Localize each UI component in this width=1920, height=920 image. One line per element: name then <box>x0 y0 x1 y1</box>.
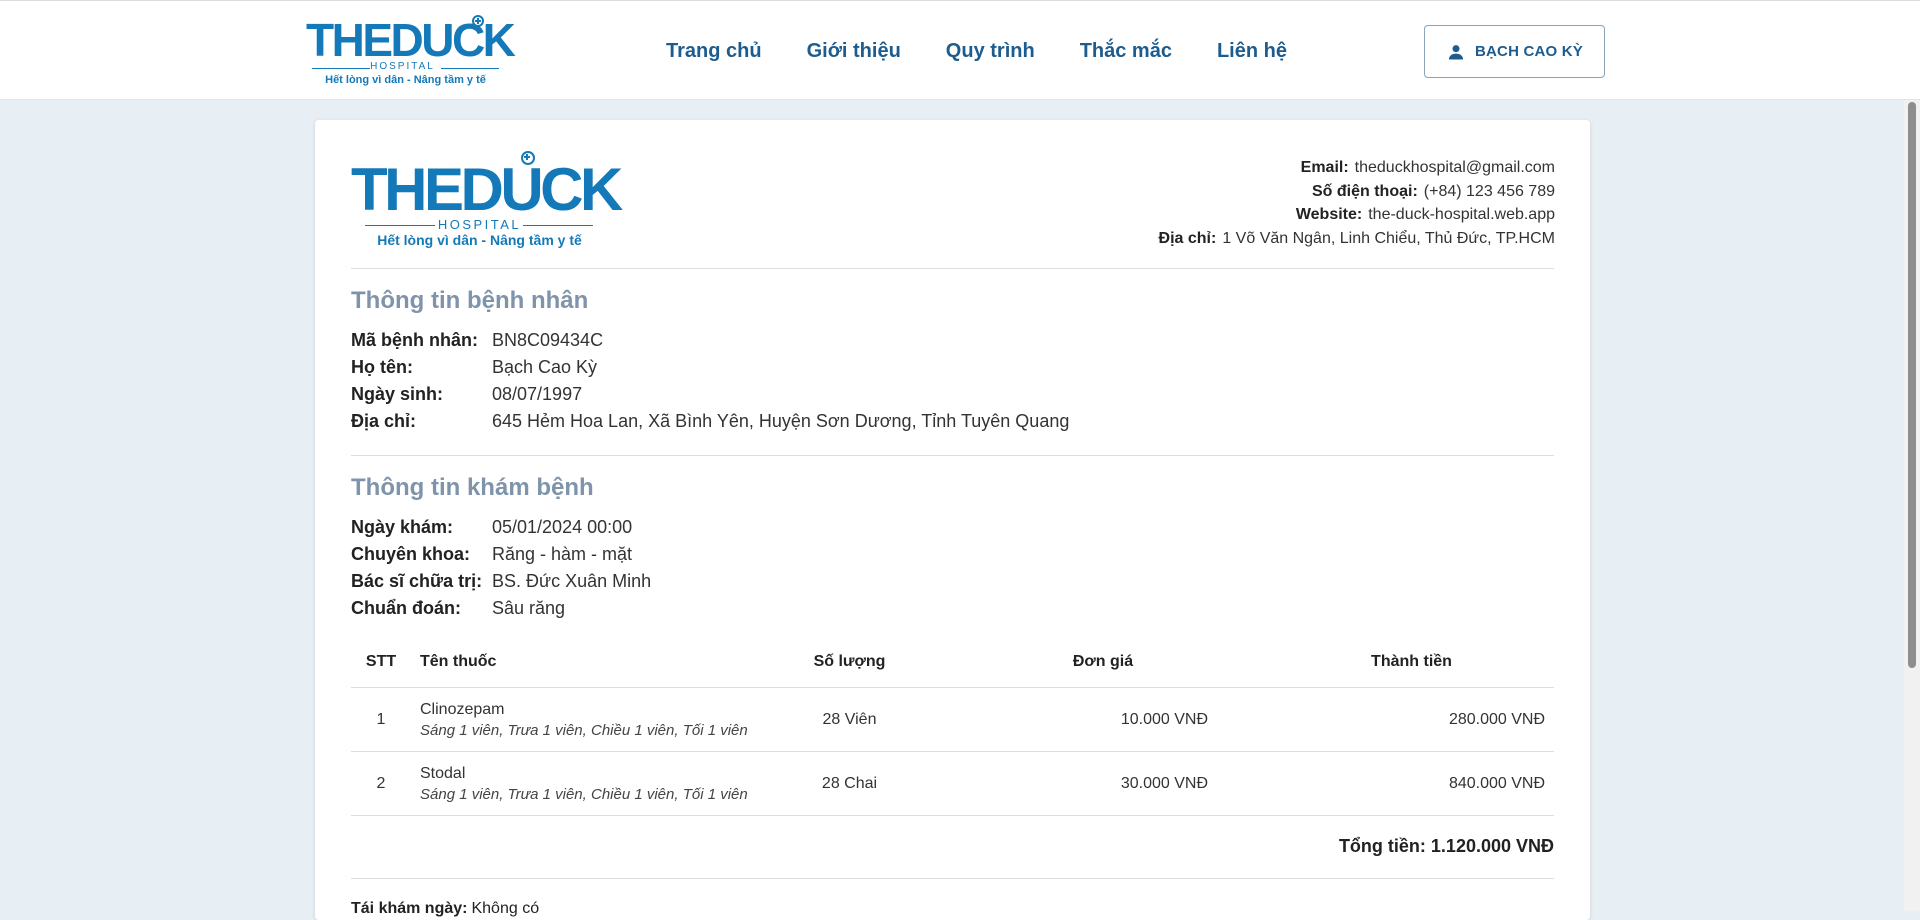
contact-website: Website: the-duck-hospital.web.app <box>1159 203 1555 227</box>
patient-name-value: Bạch Cao Kỳ <box>492 357 598 377</box>
contact-website-label: Website: <box>1295 206 1363 223</box>
contact-phone-label: Số điện thoại: <box>1312 182 1418 200</box>
top-navbar: THEDUCK HOSPITAL Hết lòng vì dân - Nâng … <box>0 0 1920 100</box>
patient-info: Mã bệnh nhân: BN8C09434C Họ tên: Bạch Ca… <box>351 327 1069 435</box>
patient-id-value: BN8C09434C <box>492 330 604 350</box>
patient-name-label: Họ tên: <box>351 357 413 377</box>
table-header: STT Tên thuốc Số lượng Đơn giá Thành tiề… <box>351 636 1554 688</box>
contact-email-label: Email: <box>1300 159 1349 176</box>
patient-name-row: Họ tên: Bạch Cao Kỳ <box>351 354 1069 381</box>
nav-home[interactable]: Trang chủ <box>666 39 762 63</box>
patient-address-value: 645 Hẻm Hoa Lan, Xã Bình Yên, Huyện Sơn … <box>492 411 1070 431</box>
logo-cross-icon <box>472 15 484 27</box>
follow-up-date: Tái khám ngày: Không có <box>351 900 539 918</box>
row-drug: Stodal Sáng 1 viên, Trưa 1 viên, Chiều 1… <box>411 763 761 805</box>
patient-section-title: Thông tin bệnh nhân <box>351 287 589 314</box>
follow-up-value: Không có <box>471 900 540 917</box>
nav-process[interactable]: Quy trình <box>946 39 1035 63</box>
exam-date-row: Ngày khám: 05/01/2024 00:00 <box>351 514 651 541</box>
hospital-contact: Email: theduckhospital@gmail.com Số điện … <box>1159 156 1555 250</box>
row-quantity: 28 Chai <box>821 774 878 792</box>
doc-logo-cross-icon <box>521 151 535 165</box>
user-name-label: BẠCH CAO KỲ <box>1474 43 1584 60</box>
col-drug-name: Tên thuốc <box>420 652 497 670</box>
exam-specialty-value: Răng - hàm - mặt <box>492 544 633 564</box>
patient-dob-label: Ngày sinh: <box>351 384 444 404</box>
document-logo: THEDUCK HOSPITAL Hết lòng vì dân - Nâng … <box>351 151 623 250</box>
contact-phone-value: (+84) 123 456 789 <box>1423 182 1555 200</box>
col-line-total: Thành tiền <box>1371 652 1452 670</box>
drug-name: Stodal <box>420 764 466 782</box>
divider-patient <box>351 455 1554 456</box>
row-line-total: 280.000 VNĐ <box>1448 710 1545 728</box>
table-row: 1 Clinozepam Sáng 1 viên, Trưa 1 viên, C… <box>351 688 1554 752</box>
row-unit-price: 10.000 VNĐ <box>1120 710 1208 728</box>
exam-diagnosis-value: Sâu răng <box>492 598 566 618</box>
patient-address-row: Địa chỉ: 645 Hẻm Hoa Lan, Xã Bình Yên, H… <box>351 408 1069 435</box>
row-drug: Clinozepam Sáng 1 viên, Trưa 1 viên, Chi… <box>411 699 761 741</box>
drug-name: Clinozepam <box>420 700 505 718</box>
patient-id-label: Mã bệnh nhân: <box>351 330 478 350</box>
contact-address: Địa chỉ: 1 Võ Văn Ngân, Linh Chiểu, Thủ Đ… <box>1159 227 1555 251</box>
exam-specialty-row: Chuyên khoa: Răng - hàm - mặt <box>351 541 651 568</box>
row-stt: 2 <box>376 774 386 792</box>
patient-dob-row: Ngày sinh: 08/07/1997 <box>351 381 1069 408</box>
logo-subtitle: HOSPITAL <box>370 61 435 72</box>
contact-email-value: theduckhospital@gmail.com <box>1354 159 1555 176</box>
page-scrollbar[interactable] <box>1904 100 1920 911</box>
row-line-total: 840.000 VNĐ <box>1448 774 1545 792</box>
exam-section-title: Thông tin khám bệnh <box>351 474 594 501</box>
exam-doctor-value: BS. Đức Xuân Minh <box>492 571 652 591</box>
person-icon <box>1448 44 1464 59</box>
logo-rule-right <box>441 68 499 69</box>
grand-total: Tổng tiền: 1.120.000 VNĐ <box>1338 836 1554 856</box>
contact-phone: Số điện thoại: (+84) 123 456 789 <box>1159 180 1555 204</box>
exam-diagnosis-row: Chuẩn đoán: Sâu răng <box>351 595 651 622</box>
contact-website-value: the-duck-hospital.web.app <box>1368 206 1555 223</box>
nav-faq[interactable]: Thắc mắc <box>1080 39 1172 63</box>
exam-info: Ngày khám: 05/01/2024 00:00 Chuyên khoa:… <box>351 514 651 622</box>
nav-contact[interactable]: Liên hệ <box>1217 39 1287 63</box>
row-unit-price: 30.000 VNĐ <box>1120 774 1208 792</box>
contact-email: Email: theduckhospital@gmail.com <box>1159 156 1555 180</box>
prescription-card: THEDUCK HOSPITAL Hết lòng vì dân - Nâng … <box>315 120 1590 920</box>
col-unit-price: Đơn giá <box>1072 652 1134 670</box>
divider-total <box>351 878 1554 879</box>
doc-logo-tagline: Hết lòng vì dân - Nâng tầm y tế <box>377 232 582 248</box>
exam-specialty-label: Chuyên khoa: <box>351 544 471 564</box>
table-row: 2 Stodal Sáng 1 viên, Trưa 1 viên, Chiều… <box>351 752 1554 816</box>
patient-address-label: Địa chỉ: <box>351 411 417 431</box>
drug-dosage: Sáng 1 viên, Trưa 1 viên, Chiều 1 viên, … <box>420 721 748 739</box>
exam-doctor-label: Bác sĩ chữa trị: <box>351 571 483 591</box>
patient-dob-value: 08/07/1997 <box>492 384 583 404</box>
row-stt: 1 <box>376 710 386 728</box>
drug-dosage: Sáng 1 viên, Trưa 1 viên, Chiều 1 viên, … <box>420 785 748 803</box>
doc-logo-rule-right <box>523 225 593 226</box>
exam-date-label: Ngày khám: <box>351 517 454 537</box>
divider-header <box>351 268 1554 269</box>
contact-address-label: Địa chỉ: <box>1158 229 1217 247</box>
medication-table: STT Tên thuốc Số lượng Đơn giá Thành tiề… <box>351 636 1554 816</box>
user-account-button[interactable]: BẠCH CAO KỲ <box>1424 25 1605 78</box>
exam-doctor-row: Bác sĩ chữa trị: BS. Đức Xuân Minh <box>351 568 651 595</box>
main-nav: Trang chủ Giới thiệu Quy trình Thắc mắc … <box>666 39 1332 63</box>
col-quantity: Số lượng <box>813 652 886 670</box>
scrollbar-thumb[interactable] <box>1908 102 1916 668</box>
exam-date-value: 05/01/2024 00:00 <box>492 517 633 537</box>
contact-address-value: 1 Võ Văn Ngân, Linh Chiểu, Thủ Đức, TP.H… <box>1222 229 1555 247</box>
nav-about[interactable]: Giới thiệu <box>807 39 901 63</box>
follow-up-label: Tái khám ngày: <box>351 900 468 917</box>
doc-logo-wordmark: THEDUCK <box>351 156 623 223</box>
patient-id-row: Mã bệnh nhân: BN8C09434C <box>351 327 1069 354</box>
row-quantity: 28 Viên <box>822 710 877 728</box>
col-stt: STT <box>365 652 397 670</box>
header-logo[interactable]: THEDUCK HOSPITAL Hết lòng vì dân - Nâng … <box>306 15 516 89</box>
exam-diagnosis-label: Chuẩn đoán: <box>351 598 461 618</box>
logo-tagline: Hết lòng vì dân - Nâng tầm y tế <box>325 74 486 86</box>
